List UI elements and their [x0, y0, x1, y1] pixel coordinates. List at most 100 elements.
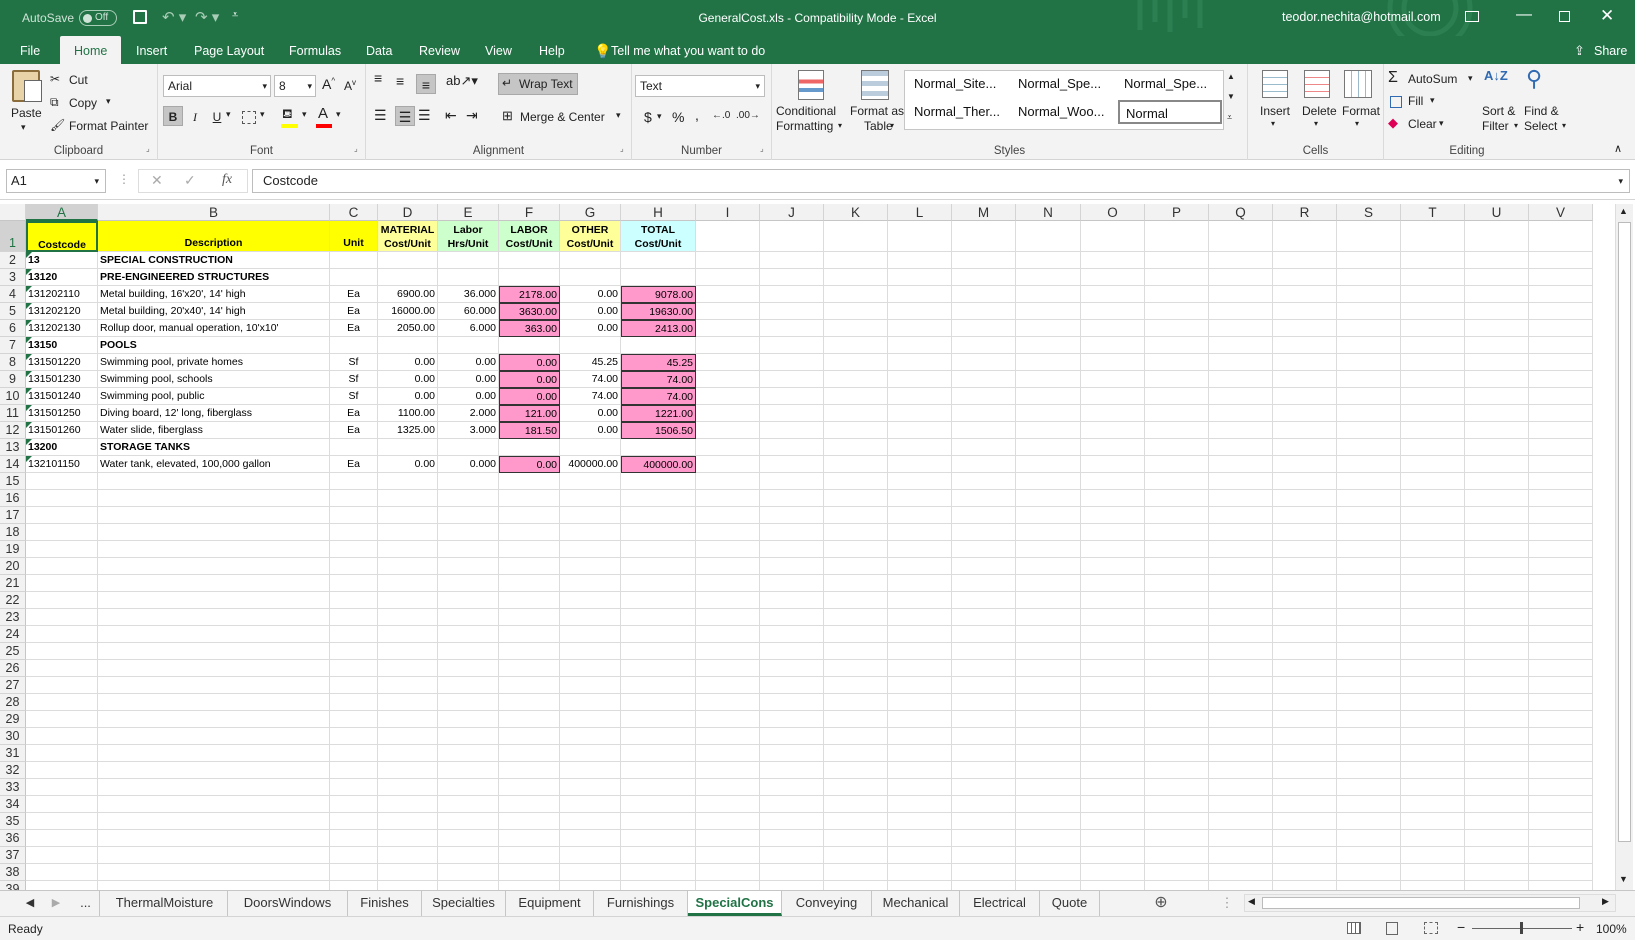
- empty-cell[interactable]: [499, 762, 560, 779]
- empty-cell[interactable]: [824, 507, 888, 524]
- empty-cell[interactable]: [824, 303, 888, 320]
- empty-cell[interactable]: [1401, 847, 1465, 864]
- insert-dropdown-icon[interactable]: ▾: [1271, 119, 1275, 128]
- empty-cell[interactable]: [1273, 507, 1337, 524]
- empty-cell[interactable]: [26, 711, 98, 728]
- column-header-o[interactable]: O: [1081, 204, 1145, 221]
- empty-cell[interactable]: [1081, 354, 1145, 371]
- empty-cell[interactable]: [1081, 694, 1145, 711]
- empty-cell[interactable]: [952, 677, 1016, 694]
- empty-cell[interactable]: [98, 711, 330, 728]
- empty-cell[interactable]: [621, 881, 696, 890]
- empty-cell[interactable]: [952, 745, 1016, 762]
- empty-cell[interactable]: [330, 592, 378, 609]
- empty-cell[interactable]: [1529, 796, 1593, 813]
- empty-cell[interactable]: [1337, 456, 1401, 473]
- empty-cell[interactable]: [888, 609, 952, 626]
- empty-cell[interactable]: [824, 864, 888, 881]
- empty-cell[interactable]: [1273, 643, 1337, 660]
- empty-cell[interactable]: [98, 473, 330, 490]
- row-header-32[interactable]: 32: [0, 762, 26, 779]
- empty-cell[interactable]: [1209, 473, 1273, 490]
- row-header-26[interactable]: 26: [0, 660, 26, 677]
- table-cell[interactable]: 0.00: [378, 354, 438, 371]
- empty-cell[interactable]: [1145, 439, 1209, 456]
- empty-cell[interactable]: [1401, 439, 1465, 456]
- empty-cell[interactable]: [1081, 677, 1145, 694]
- empty-cell[interactable]: [952, 507, 1016, 524]
- empty-cell[interactable]: [888, 677, 952, 694]
- empty-cell[interactable]: [98, 796, 330, 813]
- table-cell[interactable]: [378, 252, 438, 269]
- empty-cell[interactable]: [1465, 524, 1529, 541]
- empty-cell[interactable]: [824, 558, 888, 575]
- empty-cell[interactable]: [1465, 354, 1529, 371]
- empty-cell[interactable]: [1209, 558, 1273, 575]
- sheet-tab-mechanical[interactable]: Mechanical: [872, 891, 960, 916]
- empty-cell[interactable]: [1401, 592, 1465, 609]
- empty-cell[interactable]: [888, 762, 952, 779]
- name-box[interactable]: A1 ▾: [6, 169, 106, 193]
- sheet-tab-specialcons[interactable]: SpecialCons: [688, 891, 782, 916]
- empty-cell[interactable]: [1465, 371, 1529, 388]
- minimize-icon[interactable]: —: [1516, 6, 1532, 24]
- empty-cell[interactable]: [1529, 524, 1593, 541]
- empty-cell[interactable]: [760, 405, 824, 422]
- column-header-n[interactable]: N: [1016, 204, 1081, 221]
- empty-cell[interactable]: [1209, 439, 1273, 456]
- font-color-dropdown-icon[interactable]: ▾: [336, 109, 341, 120]
- column-header-e[interactable]: E: [438, 204, 499, 221]
- table-cell[interactable]: 0.00: [378, 456, 438, 473]
- empty-cell[interactable]: [560, 864, 621, 881]
- find-dropdown-icon[interactable]: ▾: [1562, 121, 1566, 130]
- table-cell[interactable]: 3630.00: [499, 303, 560, 320]
- empty-cell[interactable]: [952, 541, 1016, 558]
- empty-cell[interactable]: [1401, 813, 1465, 830]
- empty-cell[interactable]: [560, 524, 621, 541]
- empty-cell[interactable]: [621, 609, 696, 626]
- table-cell[interactable]: 181.50: [499, 422, 560, 439]
- table-cell[interactable]: 363.00: [499, 320, 560, 337]
- empty-cell[interactable]: [824, 439, 888, 456]
- empty-cell[interactable]: [378, 847, 438, 864]
- sort-dropdown-icon[interactable]: ▾: [1514, 121, 1518, 130]
- table-cell[interactable]: Ea: [330, 456, 378, 473]
- empty-cell[interactable]: [1273, 796, 1337, 813]
- empty-cell[interactable]: [98, 507, 330, 524]
- empty-cell[interactable]: [438, 830, 499, 847]
- sort-filter-icon[interactable]: A↓Z: [1484, 68, 1508, 83]
- empty-cell[interactable]: [1145, 405, 1209, 422]
- empty-cell[interactable]: [760, 558, 824, 575]
- empty-cell[interactable]: [330, 541, 378, 558]
- empty-cell[interactable]: [560, 592, 621, 609]
- empty-cell[interactable]: [1337, 473, 1401, 490]
- empty-cell[interactable]: [1273, 592, 1337, 609]
- empty-cell[interactable]: [1081, 660, 1145, 677]
- tab-split-icon[interactable]: ⋮: [1220, 891, 1234, 916]
- empty-cell[interactable]: [1081, 745, 1145, 762]
- empty-cell[interactable]: [952, 711, 1016, 728]
- empty-cell[interactable]: [824, 252, 888, 269]
- table-cell[interactable]: 45.25: [560, 354, 621, 371]
- table-cell[interactable]: 0.00: [438, 371, 499, 388]
- empty-cell[interactable]: [1209, 643, 1273, 660]
- empty-cell[interactable]: [621, 473, 696, 490]
- empty-cell[interactable]: [499, 711, 560, 728]
- fill-button[interactable]: Fill: [1408, 94, 1423, 108]
- empty-cell[interactable]: [1209, 745, 1273, 762]
- empty-cell[interactable]: [1337, 303, 1401, 320]
- row-header-2[interactable]: 2: [0, 252, 26, 269]
- empty-cell[interactable]: [888, 711, 952, 728]
- table-cell[interactable]: Sf: [330, 388, 378, 405]
- table-cell[interactable]: 2178.00: [499, 286, 560, 303]
- conditional-formatting-icon[interactable]: [798, 70, 824, 100]
- zoom-level[interactable]: 100%: [1596, 922, 1627, 936]
- empty-cell[interactable]: [621, 660, 696, 677]
- format-painter-button[interactable]: Format Painter: [69, 119, 148, 133]
- empty-cell[interactable]: [330, 660, 378, 677]
- table-cell[interactable]: 400000.00: [560, 456, 621, 473]
- empty-cell[interactable]: [1145, 813, 1209, 830]
- empty-cell[interactable]: [696, 626, 760, 643]
- empty-cell[interactable]: [1529, 337, 1593, 354]
- empty-cell[interactable]: [1145, 626, 1209, 643]
